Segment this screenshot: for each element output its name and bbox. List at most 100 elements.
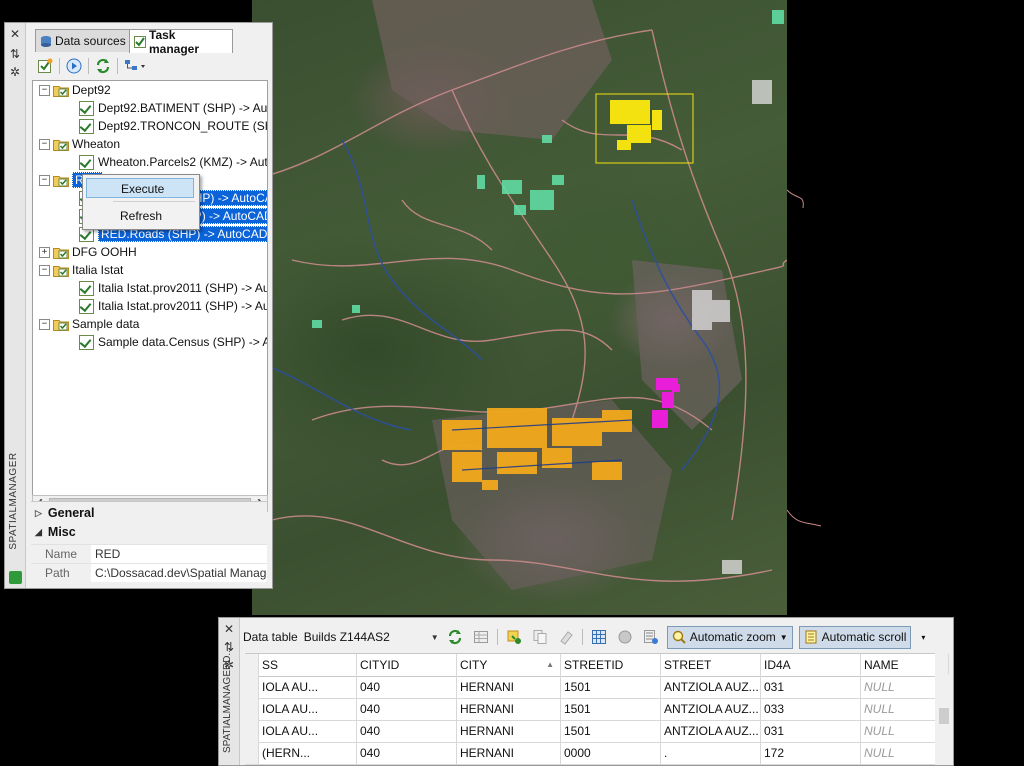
attribute-grid[interactable]: SS CITYID CITY ▲ STREETID STREET ID4A NAME IOL… xyxy=(245,653,949,765)
column-header[interactable]: STREETID xyxy=(561,654,661,676)
collapse-icon[interactable]: − xyxy=(39,84,50,96)
table-cell[interactable]: HERNANI xyxy=(457,676,561,698)
property-row-name[interactable]: Name RED xyxy=(31,544,267,563)
row-header[interactable] xyxy=(245,676,259,698)
close-icon[interactable]: ✕ xyxy=(222,622,236,636)
tree-folder-node[interactable]: − Wheaton xyxy=(39,135,120,153)
row-header[interactable] xyxy=(245,720,259,742)
tree-task-node[interactable]: Italia Istat.prov2011 (SHP) -> AutoCAD xyxy=(79,297,267,315)
tab-task-manager[interactable]: Task manager xyxy=(129,28,233,56)
property-value[interactable]: C:\Dossacad.dev\Spatial Manager xyxy=(91,564,267,582)
table-cell[interactable]: 031 xyxy=(761,720,861,742)
table-cell[interactable]: NULL xyxy=(861,720,949,742)
collapse-icon[interactable]: − xyxy=(39,318,50,330)
row-header[interactable] xyxy=(245,742,259,764)
tree-folder-node[interactable]: − Dept92 xyxy=(39,81,111,99)
tree-options-dropdown[interactable] xyxy=(122,56,148,76)
panel-menu-icon[interactable]: ▾ xyxy=(921,633,925,642)
table-cell[interactable]: 031 xyxy=(761,676,861,698)
close-icon[interactable]: ✕ xyxy=(8,27,22,41)
tree-folder-node[interactable]: − Italia Istat xyxy=(39,261,123,279)
table-row[interactable]: IOLA AU... 040 HERNANI 1501 ANTZIOLA AUZ... 0… xyxy=(245,676,949,699)
tree-task-node[interactable]: Dept92.TRONCON_ROUTE (SHP) -> AutoCAD xyxy=(79,117,267,135)
properties-icon[interactable]: ✲ xyxy=(8,65,22,79)
row-header[interactable] xyxy=(245,698,259,720)
table-cell[interactable]: ANTZIOLA AUZ... xyxy=(661,698,761,720)
column-header[interactable]: SS xyxy=(259,654,357,676)
table-row[interactable]: IOLA AU... 040 HERNANI 1501 ANTZIOLA AUZ... 0… xyxy=(245,720,949,743)
table-cell[interactable]: NULL xyxy=(861,676,949,698)
table-row[interactable]: IOLA AU... 040 HERNANI 1501 ANTZIOLA AUZ... 0… xyxy=(245,698,949,721)
table-cell[interactable]: NULL xyxy=(861,698,949,720)
property-row-path[interactable]: Path C:\Dossacad.dev\Spatial Manager xyxy=(31,563,267,582)
column-header[interactable]: ID4A xyxy=(761,654,861,676)
column-header[interactable]: STREET xyxy=(661,654,761,676)
grid-view-button[interactable] xyxy=(471,627,491,647)
tree-folder-node[interactable]: − Sample data xyxy=(39,315,139,333)
map-view[interactable] xyxy=(252,0,787,615)
collapse-icon[interactable]: − xyxy=(39,138,50,150)
property-value[interactable]: RED xyxy=(91,545,267,563)
task-tree[interactable]: − Dept92 Dept92.BATIMENT (SHP) -> AutoCAD D… xyxy=(32,80,268,497)
refresh-button[interactable] xyxy=(93,56,113,76)
table-cell[interactable]: 1501 xyxy=(561,676,661,698)
table-cell[interactable]: IOLA AU... xyxy=(259,676,357,698)
layer-select[interactable]: Builds Z144AS2 ▼ xyxy=(304,627,439,647)
table-cell[interactable]: HERNANI xyxy=(457,742,561,764)
table-cell[interactable]: 1501 xyxy=(561,698,661,720)
refresh-button[interactable] xyxy=(445,627,465,647)
collapse-icon[interactable]: − xyxy=(39,264,50,276)
table-cell[interactable]: 040 xyxy=(357,676,457,698)
menu-item-refresh[interactable]: Refresh xyxy=(86,206,194,226)
table-cell[interactable]: HERNANI xyxy=(457,698,561,720)
tree-task-node[interactable]: Wheaton.Parcels2 (KMZ) -> AutoCAD xyxy=(79,153,267,171)
circle-tool-button[interactable] xyxy=(615,627,635,647)
automatic-scroll-toggle[interactable]: Automatic scroll xyxy=(798,625,912,649)
row-header-corner[interactable] xyxy=(245,654,259,676)
table-row[interactable]: (HERN... 040 HERNANI 0000. 172 NULL xyxy=(245,742,949,765)
expand-icon[interactable]: + xyxy=(39,246,50,258)
table-cell[interactable]: (HERN... xyxy=(259,742,357,764)
category-misc[interactable]: ◢ Misc xyxy=(35,525,76,539)
table-cell[interactable]: HERNANI xyxy=(457,720,561,742)
table-cell[interactable]: IOLA AU... xyxy=(259,698,357,720)
tree-folder-node[interactable]: + DFG OOHH xyxy=(39,243,137,261)
table-cell[interactable]: 1501 xyxy=(561,720,661,742)
tree-task-node[interactable]: Sample data.Census (SHP) -> AutoCAD xyxy=(79,333,267,351)
automatic-zoom-toggle[interactable]: Automatic zoom ▼ xyxy=(666,625,793,649)
new-task-button[interactable] xyxy=(35,56,55,76)
edit-button[interactable] xyxy=(556,627,576,647)
column-header[interactable]: CITYID xyxy=(357,654,457,676)
tree-node-label: DFG OOHH xyxy=(72,245,137,259)
property-name: Path xyxy=(45,566,70,580)
panel-title: SPATIALMANAGERD... xyxy=(222,647,233,753)
pin-icon[interactable]: ⇅ xyxy=(8,47,22,61)
table-cell[interactable]: 040 xyxy=(357,742,457,764)
table-cell[interactable]: 040 xyxy=(357,720,457,742)
filter-button[interactable] xyxy=(641,627,661,647)
table-grid-button[interactable] xyxy=(589,627,609,647)
column-header[interactable]: CITY ▲ xyxy=(457,654,561,676)
collapse-icon[interactable]: − xyxy=(39,174,50,186)
column-header[interactable]: NAME xyxy=(861,654,949,676)
table-cell[interactable]: . xyxy=(661,742,761,764)
table-cell[interactable]: 033 xyxy=(761,698,861,720)
tree-task-node[interactable]: Italia Istat.prov2011 (SHP) -> AutoCAD xyxy=(79,279,267,297)
tab-data-sources[interactable]: Data sources xyxy=(35,29,133,52)
grid-vertical-scrollbar[interactable] xyxy=(937,674,951,764)
menu-item-execute[interactable]: Execute xyxy=(86,178,194,198)
copy-button[interactable] xyxy=(530,627,550,647)
tree-task-node[interactable]: Dept92.BATIMENT (SHP) -> AutoCAD xyxy=(79,99,267,117)
table-cell[interactable]: ANTZIOLA AUZ... xyxy=(661,676,761,698)
table-cell[interactable]: NULL xyxy=(861,742,949,764)
category-general[interactable]: ▷ General xyxy=(35,506,94,520)
run-button[interactable] xyxy=(64,56,84,76)
table-cell[interactable]: 040 xyxy=(357,698,457,720)
zoom-to-selection-button[interactable] xyxy=(504,627,524,647)
table-cell[interactable]: 172 xyxy=(761,742,861,764)
table-cell[interactable]: IOLA AU... xyxy=(259,720,357,742)
table-cell[interactable]: ANTZIOLA AUZ... xyxy=(661,720,761,742)
table-cell[interactable]: 0000 xyxy=(561,742,661,764)
scroll-thumb[interactable] xyxy=(939,708,949,724)
column-header-label: STREET xyxy=(664,658,712,672)
